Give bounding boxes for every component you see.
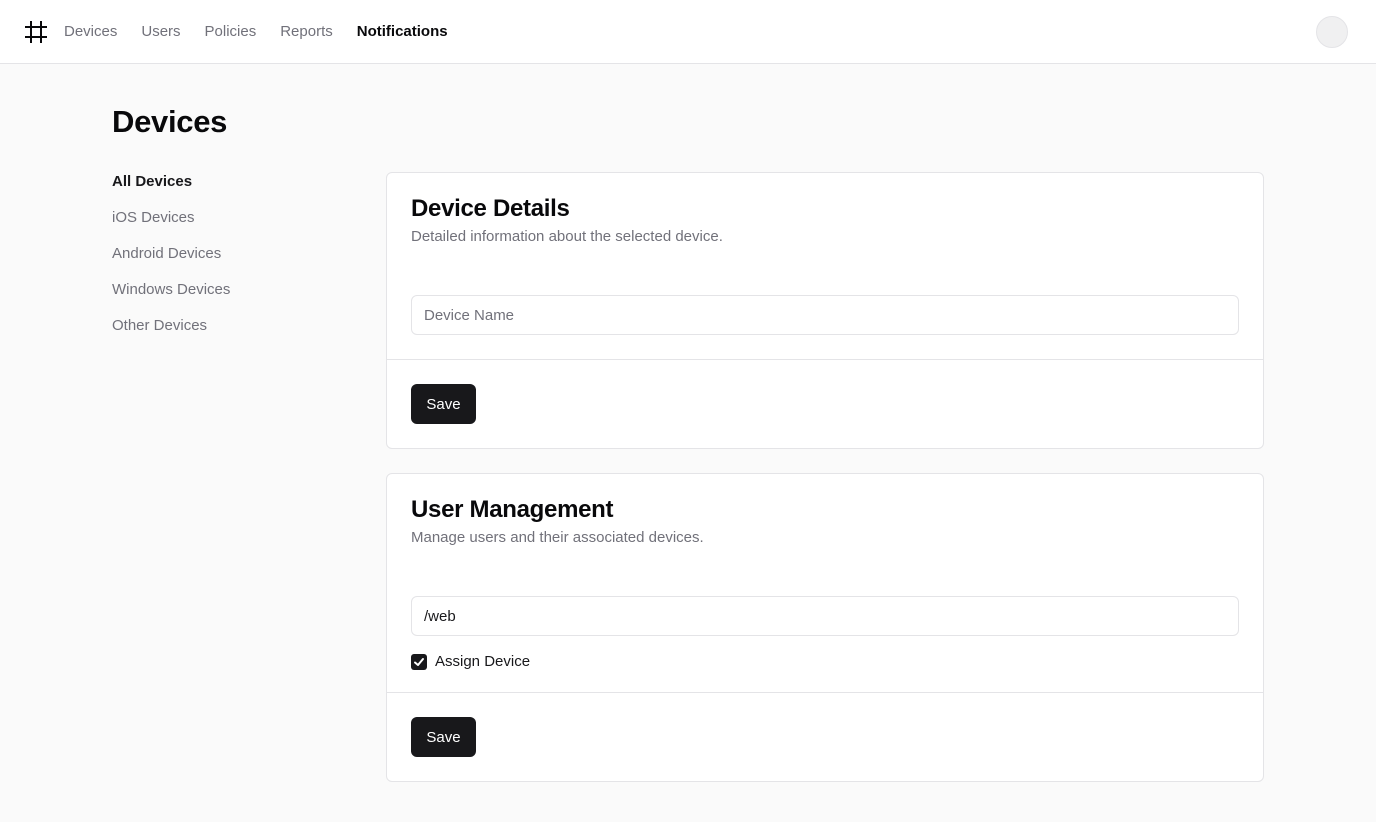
path-input[interactable] <box>411 596 1239 636</box>
page-title: Devices <box>112 104 228 139</box>
check-icon <box>414 658 424 666</box>
user-management-save-button[interactable]: Save <box>411 717 476 757</box>
user-management-description: Manage users and their associated device… <box>411 529 704 546</box>
assign-device-checkbox[interactable] <box>411 654 427 670</box>
user-management-title: User Management <box>411 496 614 523</box>
device-details-card: Device Details Detailed information abou… <box>386 172 1264 449</box>
device-details-title: Device Details <box>411 195 570 222</box>
sidebar: All Devices iOS Devices Android Devices … <box>112 172 312 352</box>
nav-notifications[interactable]: Notifications <box>357 22 448 42</box>
assign-device-checkbox-row[interactable]: Assign Device <box>411 652 530 672</box>
card-divider <box>387 359 1263 360</box>
device-details-description: Detailed information about the selected … <box>411 228 723 245</box>
nav-policies[interactable]: Policies <box>205 22 257 42</box>
sidebar-item-ios-devices[interactable]: iOS Devices <box>112 208 312 244</box>
nav-devices[interactable]: Devices <box>64 22 117 42</box>
nav-users[interactable]: Users <box>141 22 180 42</box>
main-nav: Devices Users Policies Reports Notificat… <box>64 0 472 63</box>
assign-device-label: Assign Device <box>435 653 531 670</box>
device-details-save-button[interactable]: Save <box>411 384 476 424</box>
sidebar-item-other-devices[interactable]: Other Devices <box>112 316 312 352</box>
avatar-icon[interactable] <box>1316 16 1348 48</box>
sidebar-item-all-devices[interactable]: All Devices <box>112 172 312 208</box>
device-name-input[interactable] <box>411 295 1239 335</box>
sidebar-item-android-devices[interactable]: Android Devices <box>112 244 312 280</box>
card-divider <box>387 692 1263 693</box>
nav-reports[interactable]: Reports <box>280 22 333 42</box>
user-management-card: User Management Manage users and their a… <box>386 473 1264 782</box>
top-navigation-bar: Devices Users Policies Reports Notificat… <box>0 0 1376 64</box>
sidebar-item-windows-devices[interactable]: Windows Devices <box>112 280 312 316</box>
hash-icon[interactable] <box>24 20 48 44</box>
